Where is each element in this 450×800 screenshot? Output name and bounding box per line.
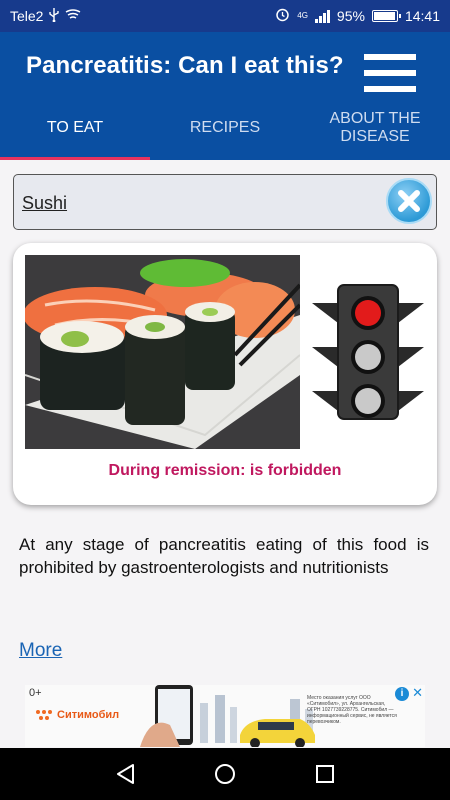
sushi-rolls-photo <box>25 255 300 449</box>
food-card: During remission: is forbidden <box>13 243 437 505</box>
ad-age-label: 0+ <box>29 687 42 699</box>
tab-to-eat[interactable]: TO EAT <box>0 96 150 160</box>
home-icon[interactable] <box>213 762 237 791</box>
battery-percent: 95% <box>336 8 365 24</box>
ad-close-icon[interactable]: ✕ <box>412 685 423 701</box>
tab-recipes[interactable]: RECIPES <box>150 96 300 160</box>
ad-brand: Ситимобил <box>57 709 120 721</box>
traffic-light-icon <box>308 283 428 428</box>
network-label: 4G <box>297 11 308 20</box>
battery-icon <box>371 10 401 22</box>
app-bar: Pancreatitis: Can I eat this? TO EAT REC… <box>0 32 450 160</box>
signal-icon <box>314 9 330 23</box>
tab-bar: TO EAT RECIPES ABOUT THE DISEASE <box>0 96 450 160</box>
search-box <box>13 174 437 230</box>
alarm-icon <box>275 7 290 25</box>
ad-brand-icon <box>36 710 52 720</box>
verdict-text: During remission: is forbidden <box>108 462 342 479</box>
usb-icon <box>49 7 60 25</box>
app-title: Pancreatitis: Can I eat this? <box>26 52 344 79</box>
carrier-label: Tele2 <box>10 8 44 24</box>
cast-icon <box>65 8 81 24</box>
ad-small-print: Место оказания услуг ООО «Ситимобил», ул… <box>307 695 397 725</box>
clock: 14:41 <box>404 8 440 24</box>
ad-banner[interactable]: 0+ Ситимобил Место оказания услуг ООО «С… <box>25 685 425 747</box>
clear-x-icon[interactable] <box>386 178 432 224</box>
recents-icon[interactable] <box>314 762 336 791</box>
ad-logo: Ситимобил <box>35 709 119 721</box>
tab-about-the-disease[interactable]: ABOUT THE DISEASE <box>300 96 450 160</box>
ad-info-icon[interactable]: i <box>395 687 409 701</box>
back-icon[interactable] <box>114 762 136 791</box>
search-input[interactable] <box>22 185 382 221</box>
more-link[interactable]: More <box>19 640 62 662</box>
status-bar: Tele2 4G 95% 14:41 <box>0 0 450 32</box>
navigation-bar <box>0 748 450 800</box>
description-text: At any stage of pancreatitis eating of t… <box>19 535 429 577</box>
hamburger-menu-icon[interactable] <box>364 54 416 92</box>
